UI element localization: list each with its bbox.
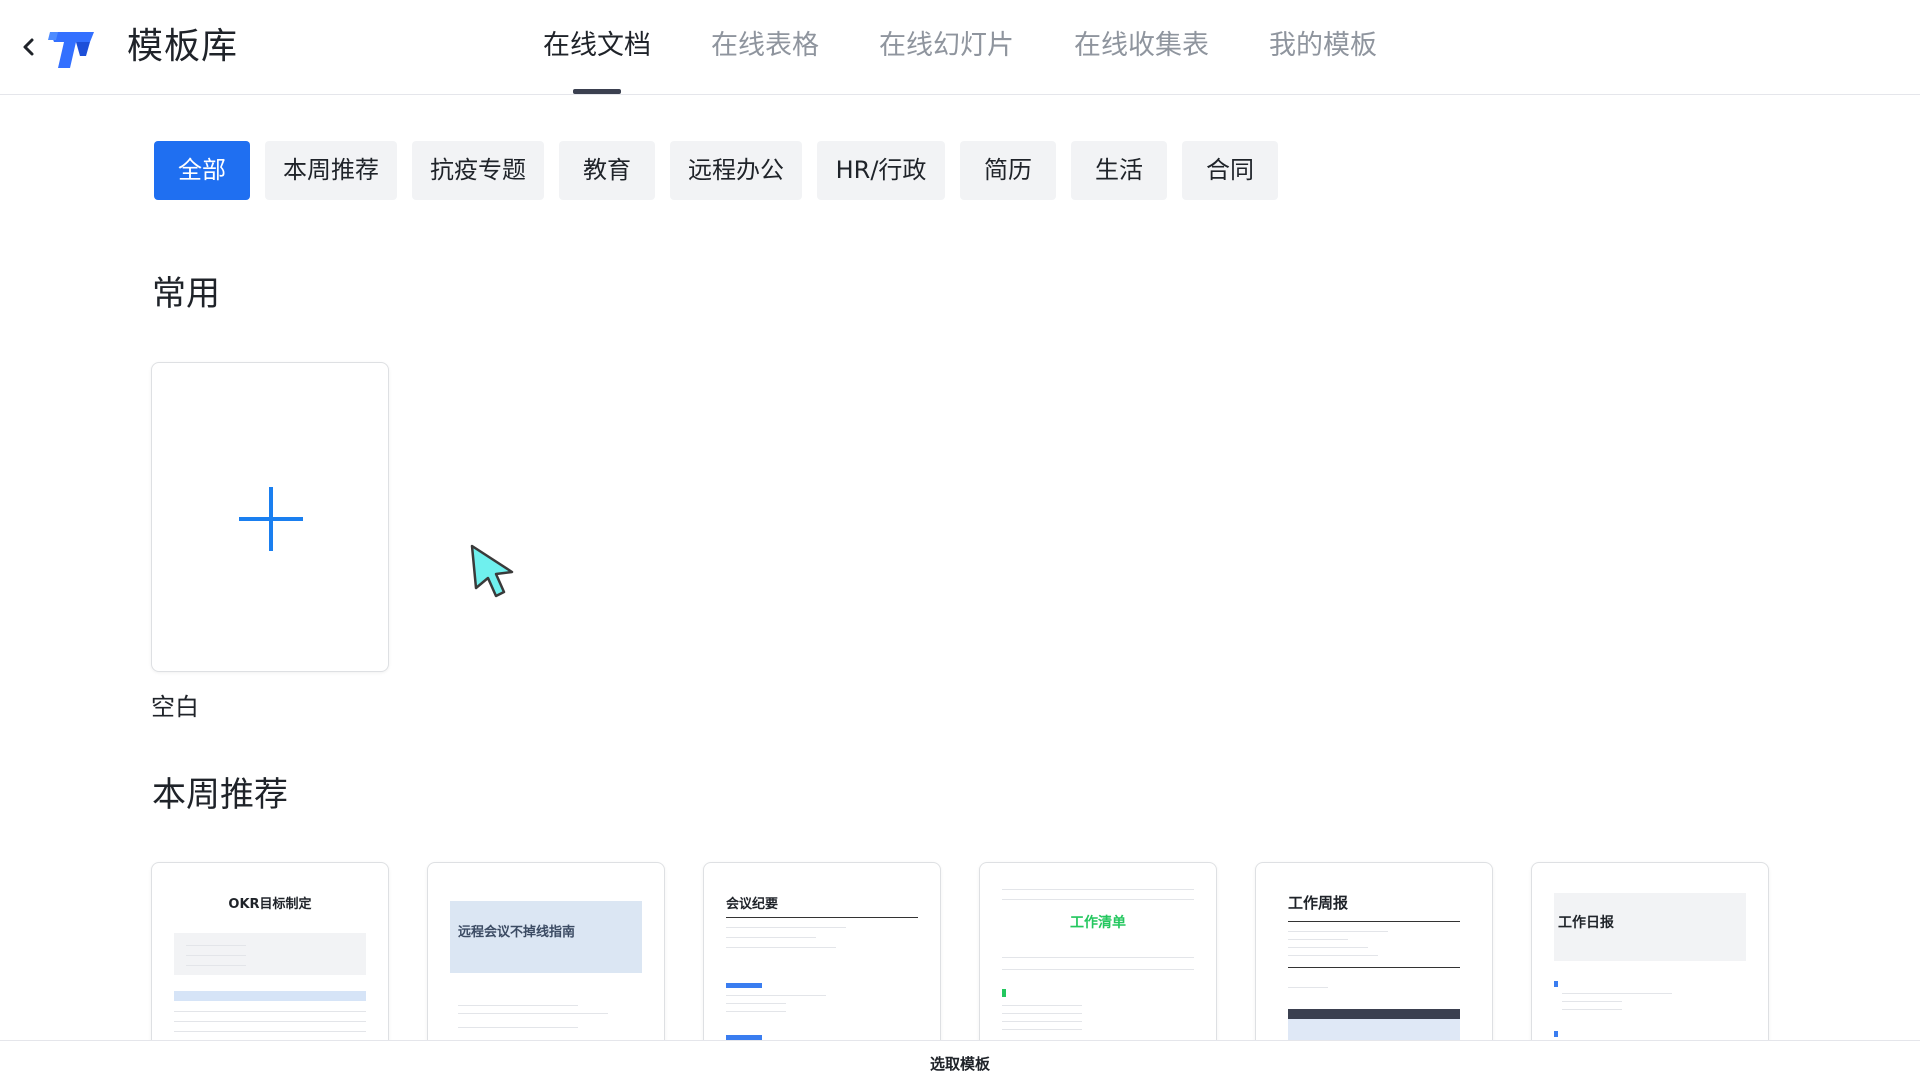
bottom-bar: 选取模板 [0, 1040, 1920, 1081]
template-title: 工作周报 [1288, 894, 1349, 912]
preview-line [1002, 1013, 1082, 1014]
template-preview-block [174, 933, 366, 975]
preview-line [1562, 1001, 1622, 1002]
preview-line [458, 1027, 578, 1028]
template-card-meeting-minutes[interactable]: 会议纪要 [703, 862, 941, 1043]
preview-line [1288, 955, 1378, 956]
preview-line [1288, 987, 1328, 988]
top-bar: 模板库 在线文档 在线表格 在线幻灯片 在线收集表 我的模板 [0, 0, 1920, 95]
template-preview-table-header [174, 991, 366, 1001]
preview-line [174, 1031, 366, 1032]
active-tab-indicator [573, 89, 621, 94]
preview-line [726, 927, 846, 928]
filter-education[interactable]: 教育 [559, 141, 655, 200]
preview-number-mark [1554, 981, 1558, 987]
template-title: 会议纪要 [726, 897, 779, 912]
preview-line [458, 1005, 578, 1006]
preview-line [186, 965, 246, 966]
template-card-weekly-report[interactable]: 工作周报 [1255, 862, 1493, 1043]
preview-line [1562, 1009, 1622, 1010]
preview-line [1002, 969, 1194, 970]
section-title-weekly: 本周推荐 [152, 775, 288, 815]
preview-line [1002, 1005, 1082, 1006]
filter-remote-work[interactable]: 远程办公 [670, 141, 802, 200]
preview-line [174, 1011, 366, 1012]
preview-rule [1288, 967, 1460, 968]
preview-line [174, 1021, 366, 1022]
section-title-common: 常用 [152, 274, 220, 314]
template-title: 远程会议不掉线指南 [458, 925, 576, 940]
preview-heading-mark [726, 983, 762, 988]
preview-line [1002, 1029, 1082, 1030]
tab-online-doc[interactable]: 在线文档 [543, 28, 651, 64]
select-template-label[interactable]: 选取模板 [0, 1053, 1920, 1074]
template-title: OKR目标制定 [228, 897, 312, 912]
filter-weekly[interactable]: 本周推荐 [265, 141, 397, 200]
filter-all[interactable]: 全部 [154, 141, 250, 200]
preview-table-header [1288, 1009, 1460, 1019]
tab-online-sheet[interactable]: 在线表格 [711, 28, 819, 64]
template-title: 工作清单 [1070, 915, 1126, 931]
template-card-daily-report[interactable]: 工作日报 [1531, 862, 1769, 1043]
tab-online-slides[interactable]: 在线幻灯片 [879, 28, 1014, 64]
preview-line [1002, 1021, 1082, 1022]
preview-line [726, 947, 836, 948]
preview-line [1002, 899, 1194, 900]
mouse-cursor-icon [470, 544, 514, 598]
preview-line [1002, 957, 1194, 958]
preview-line [1002, 889, 1194, 890]
filter-resume[interactable]: 简历 [960, 141, 1056, 200]
filter-contract[interactable]: 合同 [1182, 141, 1278, 200]
preview-line [726, 1003, 786, 1004]
template-card-remote-meeting[interactable]: 远程会议不掉线指南 [427, 862, 665, 1043]
preview-line [186, 945, 246, 946]
blank-template-card[interactable] [151, 362, 389, 672]
tab-my-templates[interactable]: 我的模板 [1269, 28, 1377, 64]
preview-line [1562, 993, 1672, 994]
template-title: 工作日报 [1558, 915, 1614, 931]
preview-number-mark [1002, 989, 1006, 997]
preview-line [726, 1011, 786, 1012]
back-arrow-icon[interactable] [20, 34, 38, 60]
template-card-okr[interactable]: OKR目标制定 [151, 862, 389, 1043]
preview-rule [1288, 921, 1460, 922]
preview-number-mark [1554, 1031, 1558, 1037]
filter-anti-epidemic[interactable]: 抗疫专题 [412, 141, 544, 200]
blank-template-label: 空白 [151, 693, 199, 721]
filter-life[interactable]: 生活 [1071, 141, 1167, 200]
preview-line [1288, 931, 1388, 932]
preview-rule [726, 917, 918, 918]
template-card-work-list[interactable]: 工作清单 [979, 862, 1217, 1043]
app-logo-icon [48, 32, 94, 68]
tab-online-form[interactable]: 在线收集表 [1074, 28, 1209, 64]
preview-line [458, 1013, 608, 1014]
filter-hr-admin[interactable]: HR/行政 [817, 141, 945, 200]
preview-line [726, 995, 826, 996]
preview-line [186, 955, 246, 956]
plus-icon-vertical [269, 487, 273, 551]
preview-line [726, 937, 816, 938]
preview-line [1288, 939, 1348, 940]
preview-line [1288, 947, 1368, 948]
page-title: 模板库 [127, 26, 239, 67]
